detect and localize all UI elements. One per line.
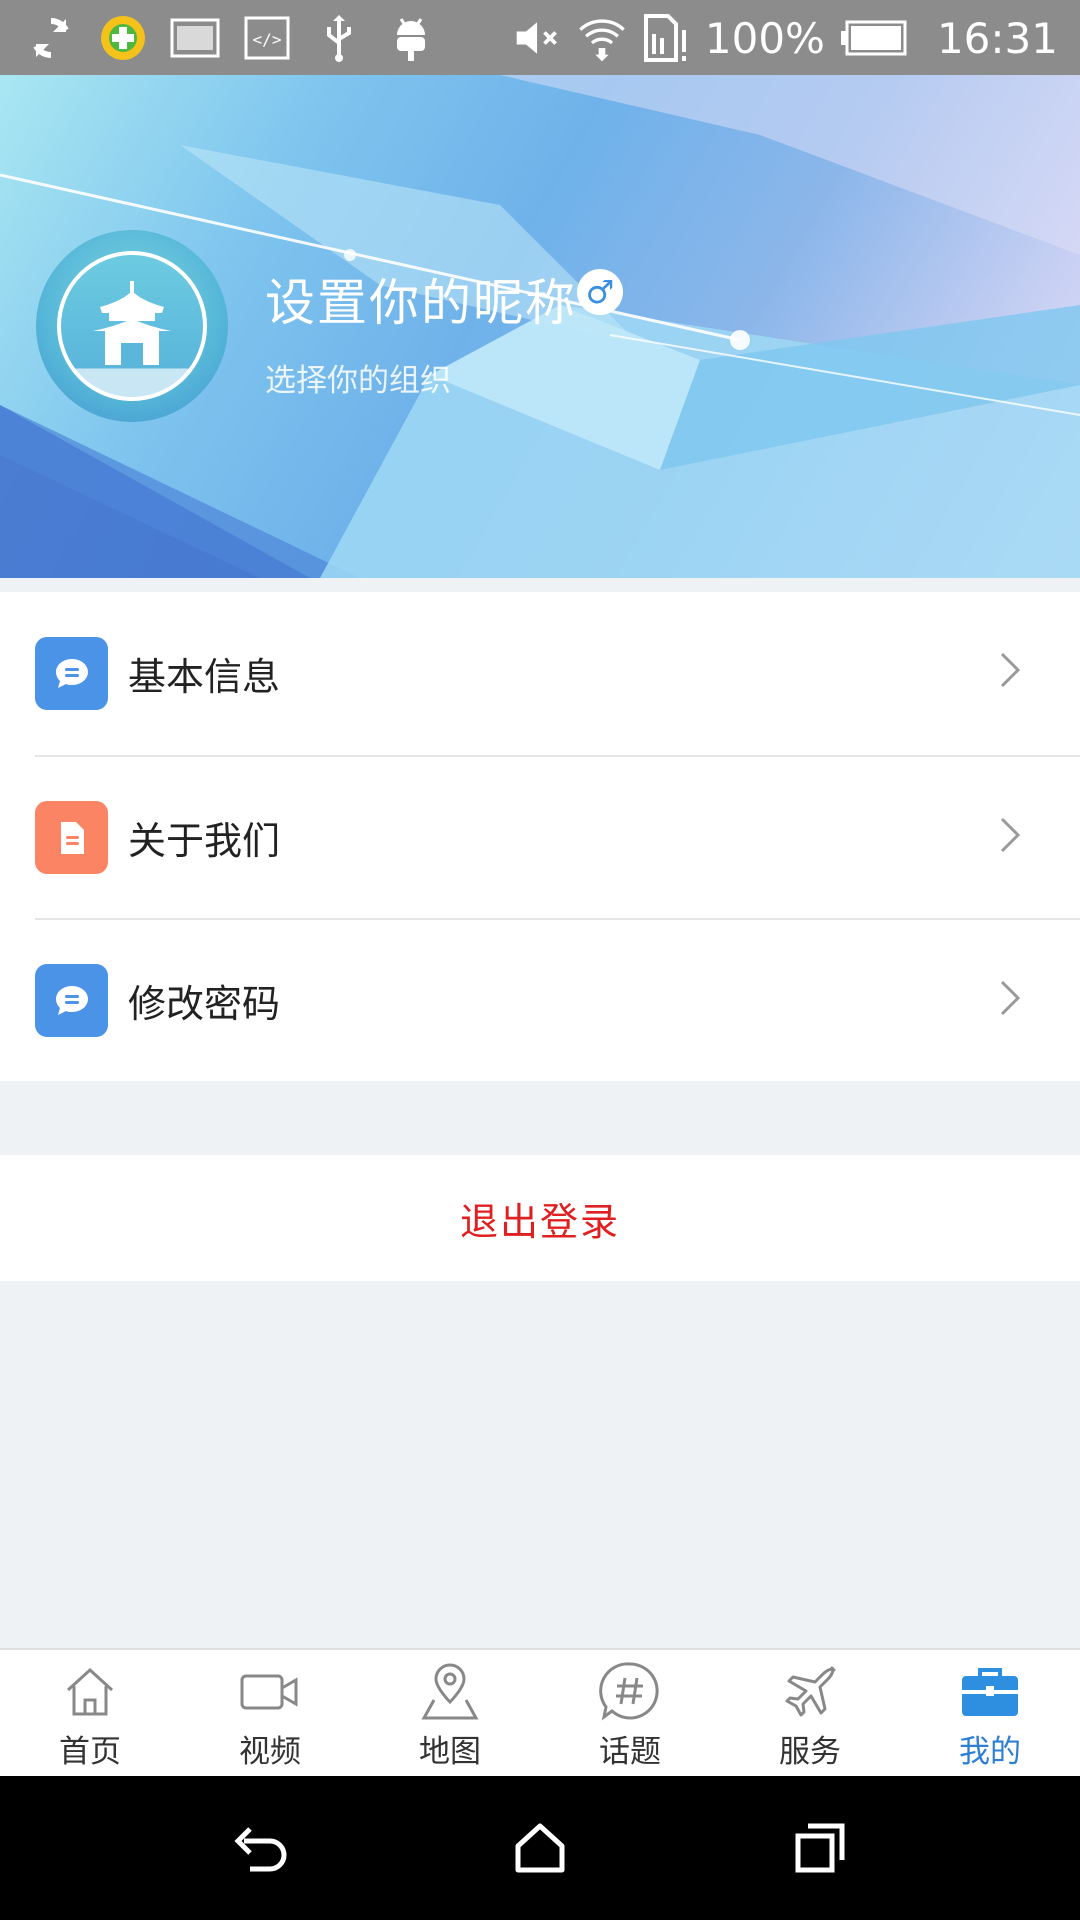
nickname[interactable]: 设置你的昵称 <box>265 263 577 335</box>
tab-label: 视频 <box>239 1734 301 1770</box>
android-icon <box>386 13 436 63</box>
status-bar: </> 100% 16:31 <box>0 0 1080 75</box>
menu-item-change-password[interactable]: 修改密码 <box>35 918 1080 1081</box>
notification-icons: </> <box>26 8 436 68</box>
tab-topics[interactable]: 话题 <box>540 1650 720 1776</box>
menu-item-basic-info[interactable]: 基本信息 <box>0 592 1080 755</box>
briefcase-icon <box>958 1660 1022 1724</box>
sim-alert-icon <box>641 13 691 63</box>
tab-label: 我的 <box>959 1734 1021 1770</box>
chat-bubble-icon <box>35 637 108 710</box>
tab-label: 话题 <box>599 1734 661 1770</box>
document-icon <box>35 801 108 874</box>
home-icon <box>58 1660 122 1724</box>
organization-subtitle[interactable]: 选择你的组织 <box>265 355 451 400</box>
map-pin-icon <box>418 1660 482 1724</box>
sync-icon <box>26 13 76 63</box>
menu-item-label: 关于我们 <box>128 819 281 863</box>
system-status: 100% 16:31 <box>513 8 1058 68</box>
menu-item-about-us[interactable]: 关于我们 <box>35 755 1080 918</box>
bottom-tab-bar: 首页 视频 地图 话题 服务 我的 <box>0 1648 1080 1776</box>
back-icon[interactable] <box>220 1808 300 1888</box>
recents-icon[interactable] <box>780 1808 860 1888</box>
battery-percent: 100% <box>704 13 825 63</box>
battery-icon <box>839 13 909 63</box>
tab-services[interactable]: 服务 <box>720 1650 900 1776</box>
menu-item-label: 基本信息 <box>128 655 281 699</box>
logout-label: 退出登录 <box>459 1199 620 1244</box>
svg-text:</>: </> <box>253 30 282 49</box>
profile-header: 设置你的昵称 ♂ 选择你的组织 <box>0 75 1080 578</box>
code-icon: </> <box>242 13 292 63</box>
chevron-right-icon <box>1000 652 1021 688</box>
tab-label: 服务 <box>779 1734 841 1770</box>
tab-mine[interactable]: 我的 <box>900 1650 1080 1776</box>
mute-icon <box>513 13 563 63</box>
security-app-icon <box>98 13 148 63</box>
tab-home[interactable]: 首页 <box>0 1650 180 1776</box>
wifi-icon <box>577 13 627 63</box>
logout-button[interactable]: 退出登录 <box>0 1155 1080 1281</box>
airplane-icon <box>778 1660 842 1724</box>
tab-label: 地图 <box>419 1734 481 1770</box>
usb-icon <box>314 13 364 63</box>
avatar[interactable] <box>36 230 228 422</box>
tab-video[interactable]: 视频 <box>180 1650 360 1776</box>
image-icon <box>170 13 220 63</box>
tab-map[interactable]: 地图 <box>360 1650 540 1776</box>
system-navigation-bar <box>0 1776 1080 1920</box>
settings-menu: 基本信息 关于我们 修改密码 <box>0 592 1080 1081</box>
menu-item-label: 修改密码 <box>128 982 281 1026</box>
chat-bubble-icon <box>35 964 108 1037</box>
chevron-right-icon <box>1000 817 1021 853</box>
hashtag-icon <box>598 1660 662 1724</box>
tab-label: 首页 <box>59 1734 121 1770</box>
video-camera-icon <box>238 1660 302 1724</box>
chevron-right-icon <box>1000 980 1021 1016</box>
clock: 16:31 <box>936 13 1058 63</box>
gender-male-icon: ♂ <box>577 269 623 315</box>
home-nav-icon[interactable] <box>500 1808 580 1888</box>
avatar-image <box>57 251 207 401</box>
